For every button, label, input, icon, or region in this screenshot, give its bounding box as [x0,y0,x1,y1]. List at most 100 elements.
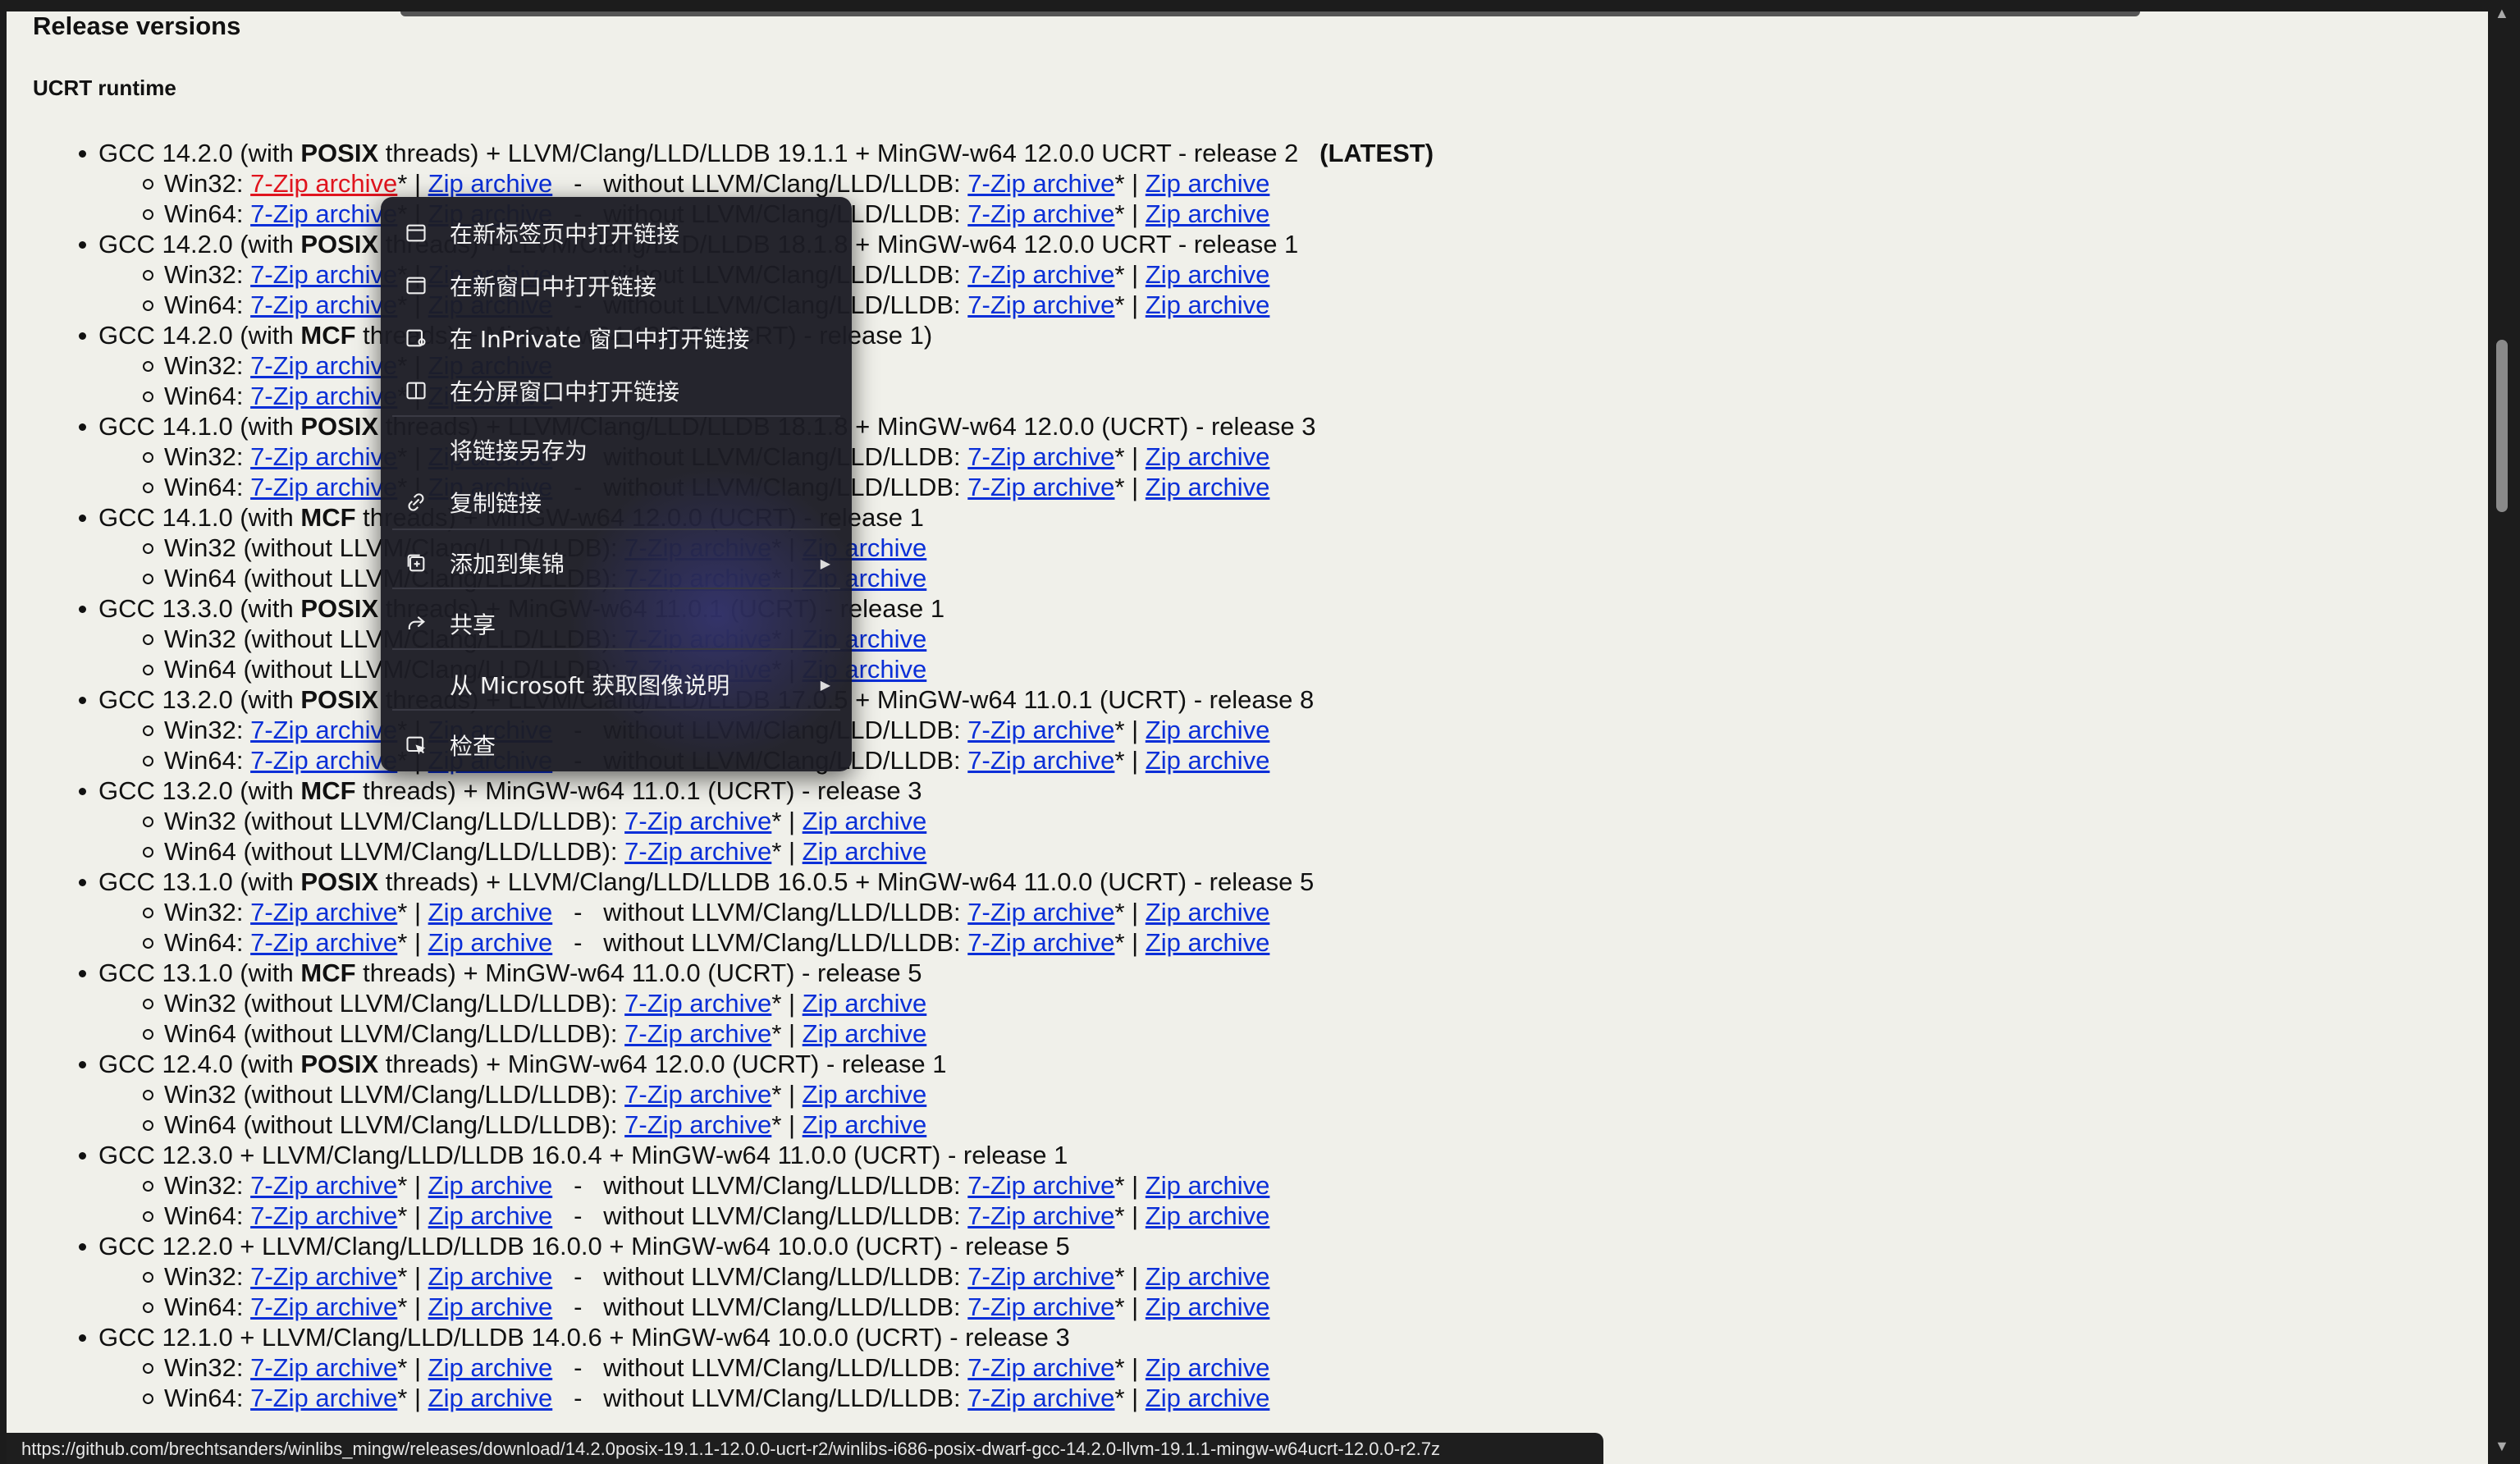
sevenzip-archive-nollvm-link[interactable]: 7-Zip archive [967,1171,1114,1200]
download-row: Win64 (without LLVM/Clang/LLD/LLDB): 7-Z… [142,1018,927,1049]
context-menu-item[interactable]: 复制链接 [381,478,852,527]
download-row: Win64: 7-Zip archive* | Zip archive - wi… [142,1292,1270,1322]
sevenzip-archive-link[interactable]: 7-Zip archive [250,1292,397,1321]
separator-text: * | [1114,1201,1146,1230]
sevenzip-archive-link[interactable]: 7-Zip archive [250,169,397,198]
sevenzip-archive-link[interactable]: 7-Zip archive [250,746,397,775]
sevenzip-archive-nollvm-link[interactable]: 7-Zip archive [967,199,1114,228]
thread-model: MCF [300,776,356,805]
sevenzip-archive-nollvm-link[interactable]: 7-Zip archive [967,260,1114,289]
context-menu-item[interactable]: 在分屏窗口中打开链接 [381,366,852,415]
context-menu-item[interactable]: 在新窗口中打开链接 [381,261,852,310]
sevenzip-archive-link[interactable]: 7-Zip archive [624,1080,771,1109]
zip-archive-link[interactable]: Zip archive [803,1110,927,1139]
zip-archive-link[interactable]: Zip archive [803,807,927,835]
zip-archive-nollvm-link[interactable]: Zip archive [1146,291,1270,319]
zip-archive-link[interactable]: Zip archive [428,1292,553,1321]
sevenzip-archive-link[interactable]: 7-Zip archive [250,1384,397,1412]
sevenzip-archive-link[interactable]: 7-Zip archive [624,837,771,866]
zip-archive-nollvm-link[interactable]: Zip archive [1146,1292,1270,1321]
context-menu-item[interactable]: 添加到集锦 ▶ [381,538,852,588]
sevenzip-archive-nollvm-link[interactable]: 7-Zip archive [967,1262,1114,1291]
sevenzip-archive-link[interactable]: 7-Zip archive [250,1201,397,1230]
vertical-scrollbar[interactable]: ▲ ▼ [2490,0,2520,1464]
platform-label: Win32: [164,260,251,289]
zip-archive-nollvm-link[interactable]: Zip archive [1146,199,1270,228]
zip-archive-link[interactable]: Zip archive [803,989,927,1018]
zip-archive-nollvm-link[interactable]: Zip archive [1146,1171,1270,1200]
zip-archive-nollvm-link[interactable]: Zip archive [1146,1201,1270,1230]
sevenzip-archive-nollvm-link[interactable]: 7-Zip archive [967,473,1114,501]
zip-archive-link[interactable]: Zip archive [803,1080,927,1109]
zip-archive-link[interactable]: Zip archive [428,1262,553,1291]
zip-archive-nollvm-link[interactable]: Zip archive [1146,260,1270,289]
platform-label: Win32: [164,898,251,926]
download-row: Win32: 7-Zip archive* | Zip archive - wi… [142,897,1270,927]
sevenzip-archive-nollvm-link[interactable]: 7-Zip archive [967,1353,1114,1382]
sevenzip-archive-nollvm-link[interactable]: 7-Zip archive [967,442,1114,471]
context-menu-item[interactable]: 检查 [381,721,852,770]
sevenzip-archive-link[interactable]: 7-Zip archive [250,260,397,289]
separator-text: * | [1114,473,1146,501]
zip-archive-nollvm-link[interactable]: Zip archive [1146,473,1270,501]
inprivate-icon [404,326,428,350]
sevenzip-archive-link[interactable]: 7-Zip archive [250,1353,397,1382]
sevenzip-archive-nollvm-link[interactable]: 7-Zip archive [967,746,1114,775]
zip-archive-nollvm-link[interactable]: Zip archive [1146,1353,1270,1382]
sevenzip-archive-nollvm-link[interactable]: 7-Zip archive [967,716,1114,744]
zip-archive-link[interactable]: Zip archive [428,169,553,198]
sevenzip-archive-link[interactable]: 7-Zip archive [624,989,771,1018]
sevenzip-archive-nollvm-link[interactable]: 7-Zip archive [967,1201,1114,1230]
sevenzip-archive-link[interactable]: 7-Zip archive [250,1262,397,1291]
separator-text: * | [1114,1171,1146,1200]
scrollbar-thumb[interactable] [2496,340,2508,512]
context-menu-item-label: 共享 [450,611,496,638]
zip-archive-link[interactable]: Zip archive [428,928,553,957]
zip-archive-nollvm-link[interactable]: Zip archive [1146,716,1270,744]
sevenzip-archive-link[interactable]: 7-Zip archive [250,716,397,744]
zip-archive-link[interactable]: Zip archive [428,1171,553,1200]
sevenzip-archive-link[interactable]: 7-Zip archive [624,1019,771,1048]
context-menu-item[interactable]: 在新标签页中打开链接 [381,208,852,258]
zip-archive-link[interactable]: Zip archive [803,1019,927,1048]
sevenzip-archive-link[interactable]: 7-Zip archive [250,473,397,501]
sevenzip-archive-link[interactable]: 7-Zip archive [250,199,397,228]
zip-archive-nollvm-link[interactable]: Zip archive [1146,1262,1270,1291]
sevenzip-archive-link[interactable]: 7-Zip archive [250,1171,397,1200]
zip-archive-link[interactable]: Zip archive [428,898,553,926]
sevenzip-archive-nollvm-link[interactable]: 7-Zip archive [967,169,1114,198]
context-menu-item-label: 在新标签页中打开链接 [450,221,680,248]
context-menu-item[interactable]: 在 InPrivate 窗口中打开链接 [381,313,852,363]
sevenzip-archive-nollvm-link[interactable]: 7-Zip archive [967,928,1114,957]
sevenzip-archive-link[interactable]: 7-Zip archive [624,807,771,835]
without-llvm-label: - without LLVM/Clang/LLD/LLDB: [552,1353,968,1382]
zip-archive-nollvm-link[interactable]: Zip archive [1146,898,1270,926]
zip-archive-link[interactable]: Zip archive [428,1353,553,1382]
sevenzip-archive-nollvm-link[interactable]: 7-Zip archive [967,1292,1114,1321]
sevenzip-archive-nollvm-link[interactable]: 7-Zip archive [967,291,1114,319]
sevenzip-archive-link[interactable]: 7-Zip archive [250,291,397,319]
scroll-down-arrow-icon[interactable]: ▼ [2495,1438,2509,1455]
sevenzip-archive-link[interactable]: 7-Zip archive [624,1110,771,1139]
sevenzip-archive-link[interactable]: 7-Zip archive [250,898,397,926]
sevenzip-archive-nollvm-link[interactable]: 7-Zip archive [967,1384,1114,1412]
context-menu-item[interactable]: 从 Microsoft 获取图像说明 ▶ [381,660,852,709]
zip-archive-nollvm-link[interactable]: Zip archive [1146,1384,1270,1412]
without-llvm-label: - without LLVM/Clang/LLD/LLDB: [552,898,968,926]
sevenzip-archive-link[interactable]: 7-Zip archive [250,351,397,380]
zip-archive-nollvm-link[interactable]: Zip archive [1146,928,1270,957]
zip-archive-link[interactable]: Zip archive [803,837,927,866]
zip-archive-nollvm-link[interactable]: Zip archive [1146,746,1270,775]
scroll-up-arrow-icon[interactable]: ▲ [2495,5,2509,22]
zip-archive-link[interactable]: Zip archive [428,1384,553,1412]
sevenzip-archive-link[interactable]: 7-Zip archive [250,928,397,957]
zip-archive-nollvm-link[interactable]: Zip archive [1146,442,1270,471]
zip-archive-nollvm-link[interactable]: Zip archive [1146,169,1270,198]
sevenzip-archive-link[interactable]: 7-Zip archive [250,382,397,410]
context-menu-item[interactable]: 将链接另存为 [381,425,852,474]
sevenzip-archive-nollvm-link[interactable]: 7-Zip archive [967,898,1114,926]
zip-archive-link[interactable]: Zip archive [428,1201,553,1230]
context-menu-item-label: 从 Microsoft 获取图像说明 [450,672,730,699]
sevenzip-archive-link[interactable]: 7-Zip archive [250,442,397,471]
context-menu-item[interactable]: 共享 [381,599,852,648]
